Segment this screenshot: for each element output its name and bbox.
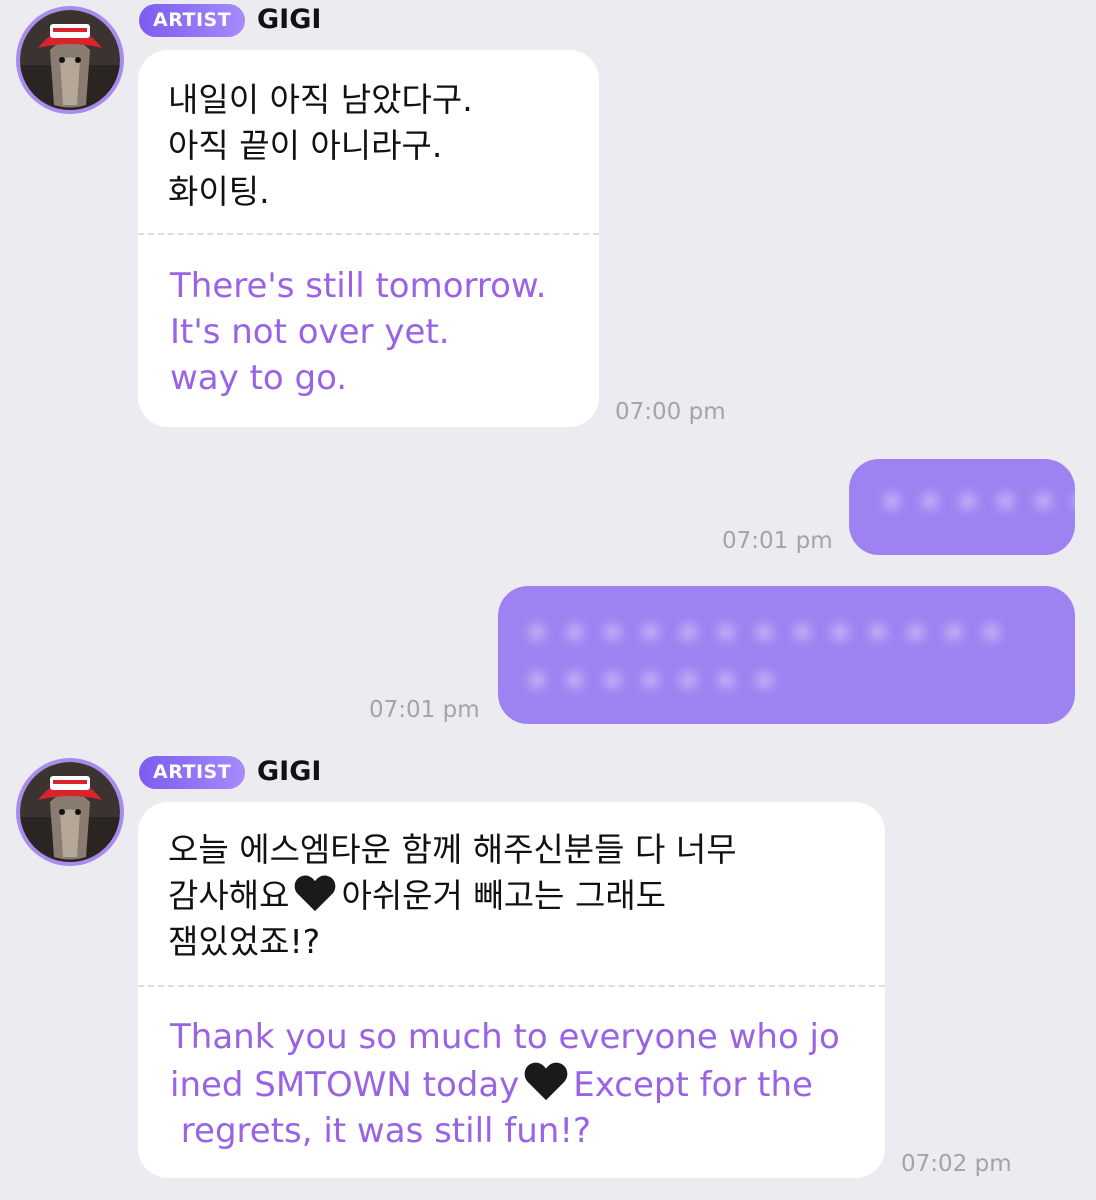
translation-divider <box>138 985 885 987</box>
translation-line-part: ined SMTOWN today <box>170 1065 520 1105</box>
korean-line: 잼있었죠!? <box>168 922 321 961</box>
translation-line: Thank you so much to everyone who jo <box>170 1017 840 1057</box>
artist-avatar[interactable] <box>16 6 124 114</box>
korean-line: 오늘 에스엠타운 함께 해주신분들 다 너무 <box>168 830 737 869</box>
message-bubble-outgoing[interactable]: ▪ ▪ ▪ ▪ ▪ ▪ ▪ ▪ ▪ ▪ ▪ ▪ ▪ ▪ ▪ ▪ ▪ ▪ ▪ ▪ <box>498 586 1075 724</box>
sender-name: GIGI <box>257 4 322 35</box>
redacted-message-text: ▪ ▪ ▪ ▪ ▪ ▪ <box>883 485 1075 515</box>
message-korean-text: 오늘 에스엠타운 함께 해주신분들 다 너무 감사해요 아쉬운거 빼고는 그래도 … <box>138 827 767 965</box>
korean-line-part: 감사해요 <box>168 876 290 915</box>
message-korean-text: 내일이 아직 남았다구. 아직 끝이 아니라구. 화이팅. <box>168 80 473 211</box>
artist-badge: ARTIST <box>139 4 246 37</box>
avatar-dog-image <box>20 10 120 110</box>
message-translation-text: There's still tomorrow. It's not over ye… <box>170 266 547 398</box>
artist-badge: ARTIST <box>139 756 246 789</box>
message-timestamp: 07:02 pm <box>901 1151 1012 1177</box>
artist-avatar[interactable] <box>16 758 124 866</box>
redacted-message-text: ▪ ▪ ▪ ▪ ▪ ▪ ▪ <box>528 664 779 694</box>
translation-divider <box>138 233 599 235</box>
message-bubble-incoming[interactable]: 내일이 아직 남았다구. 아직 끝이 아니라구. 화이팅. There's st… <box>138 50 599 427</box>
message-timestamp: 07:01 pm <box>722 528 833 554</box>
message-timestamp: 07:01 pm <box>369 697 480 723</box>
avatar-dog-image <box>20 762 120 862</box>
message-translation-text: Thank you so much to everyone who jo ine… <box>138 1014 885 1154</box>
message-bubble-incoming[interactable]: 오늘 에스엠타운 함께 해주신분들 다 너무 감사해요 아쉬운거 빼고는 그래도 … <box>138 802 885 1178</box>
korean-line-part: 아쉬운거 빼고는 그래도 <box>341 876 667 915</box>
message-timestamp: 07:00 pm <box>615 399 726 425</box>
translation-line: ined SMTOWN today Except for the <box>170 1060 853 1108</box>
translation-line: regrets, it was still fun!? <box>170 1111 592 1151</box>
redacted-message-text: ▪ ▪ ▪ ▪ ▪ ▪ ▪ ▪ ▪ ▪ ▪ ▪ ▪ <box>528 616 1007 646</box>
translation-line-part: Except for the <box>573 1065 813 1105</box>
black-heart-icon <box>295 875 336 912</box>
message-bubble-outgoing[interactable]: ▪ ▪ ▪ ▪ ▪ ▪ <box>849 459 1075 555</box>
black-heart-icon <box>524 1062 568 1101</box>
korean-line: 감사해요 아쉬운거 빼고는 그래도 <box>168 873 737 919</box>
sender-name: GIGI <box>257 756 322 787</box>
